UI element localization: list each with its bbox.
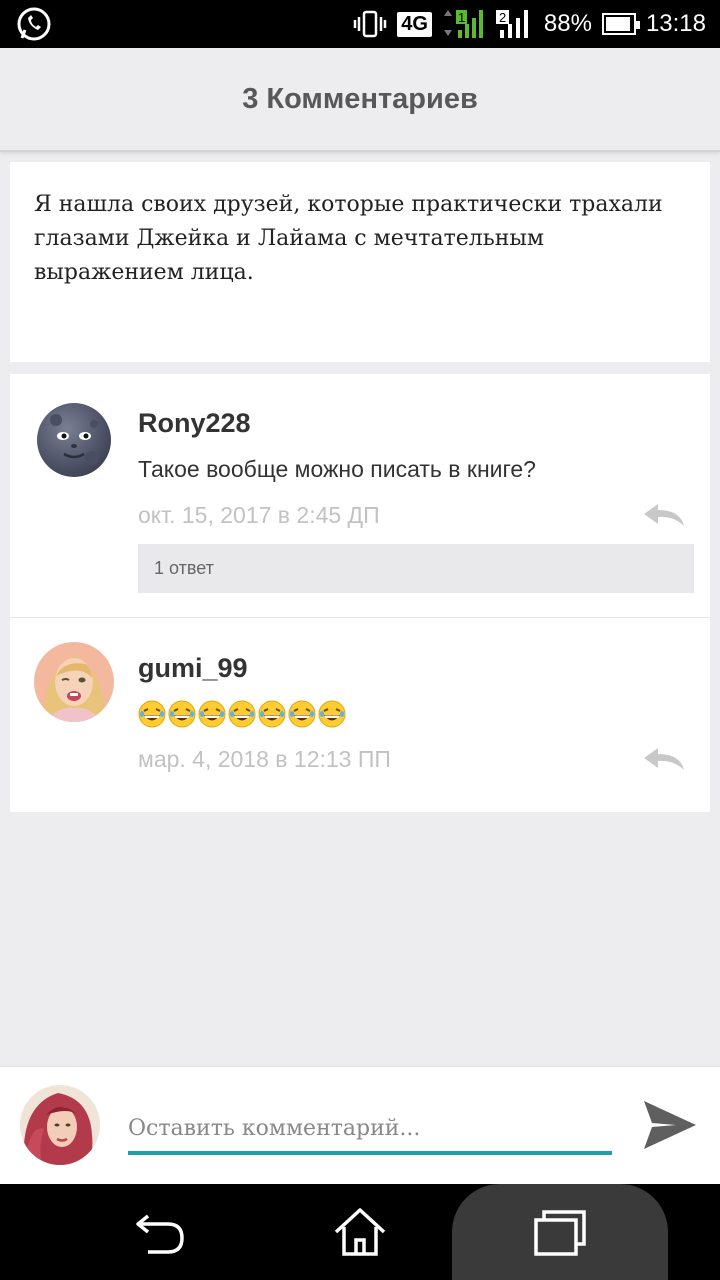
grinning-squinting-face-icon [168, 700, 196, 728]
new-moon-face-icon[interactable] [34, 400, 114, 480]
comments-header: 3 Комментариев [0, 48, 720, 152]
grinning-squinting-face-icon [198, 700, 226, 728]
send-icon[interactable] [640, 1097, 698, 1153]
whatsapp-icon [17, 7, 51, 41]
quoted-passage-text: Я нашла своих друзей, которые практическ… [34, 192, 663, 285]
comment-item: gumi_99 мар. 4, 2018 в 12:13 ПП [10, 618, 710, 812]
current-user-avatar [20, 1085, 100, 1165]
status-bar: 4G 1 2 88% 13:18 [0, 0, 720, 48]
comment-text: Такое вообще можно писать в книге? [138, 456, 536, 482]
system-nav-bar [0, 1184, 720, 1280]
comment-input[interactable] [128, 1105, 612, 1155]
signal-sim1-icon: 1 [443, 10, 483, 38]
signal-sim2-icon: 2 [495, 10, 528, 38]
clock: 13:18 [645, 10, 706, 37]
back-icon[interactable] [128, 1200, 192, 1264]
comment-composer [0, 1066, 720, 1184]
reply-icon[interactable] [642, 746, 686, 772]
comment-author[interactable]: Rony228 [138, 408, 251, 439]
vibrate-icon [353, 10, 387, 38]
grinning-squinting-face-icon [228, 700, 256, 728]
view-replies-button[interactable]: 1 ответ [138, 544, 694, 593]
svg-text:1: 1 [458, 10, 465, 25]
reply-icon[interactable] [642, 502, 686, 528]
comment-author[interactable]: gumi_99 [138, 653, 248, 684]
avatar[interactable] [34, 642, 114, 722]
home-icon[interactable] [328, 1200, 392, 1264]
quoted-passage-card: Я нашла своих друзей, которые практическ… [10, 162, 710, 362]
grinning-squinting-face-icon [258, 700, 286, 728]
battery-percent: 88% [543, 10, 592, 37]
svg-text:2: 2 [499, 10, 506, 25]
page-title: 3 Комментариев [242, 82, 478, 115]
comment-timestamp: мар. 4, 2018 в 12:13 ПП [138, 746, 391, 772]
comment-timestamp: окт. 15, 2017 в 2:45 ДП [138, 502, 380, 528]
comment-emoji-row [138, 700, 346, 728]
comment-item: Rony228 Такое вообще можно писать в книг… [10, 374, 710, 618]
network-type-badge: 4G [397, 11, 432, 37]
view-replies-label: 1 ответ [154, 558, 214, 578]
grinning-squinting-face-icon [318, 700, 346, 728]
comments-list: Rony228 Такое вообще можно писать в книг… [10, 374, 710, 812]
battery-icon [601, 13, 640, 35]
grinning-squinting-face-icon [288, 700, 316, 728]
grinning-squinting-face-icon [138, 700, 166, 728]
recent-apps-icon[interactable] [528, 1200, 592, 1264]
